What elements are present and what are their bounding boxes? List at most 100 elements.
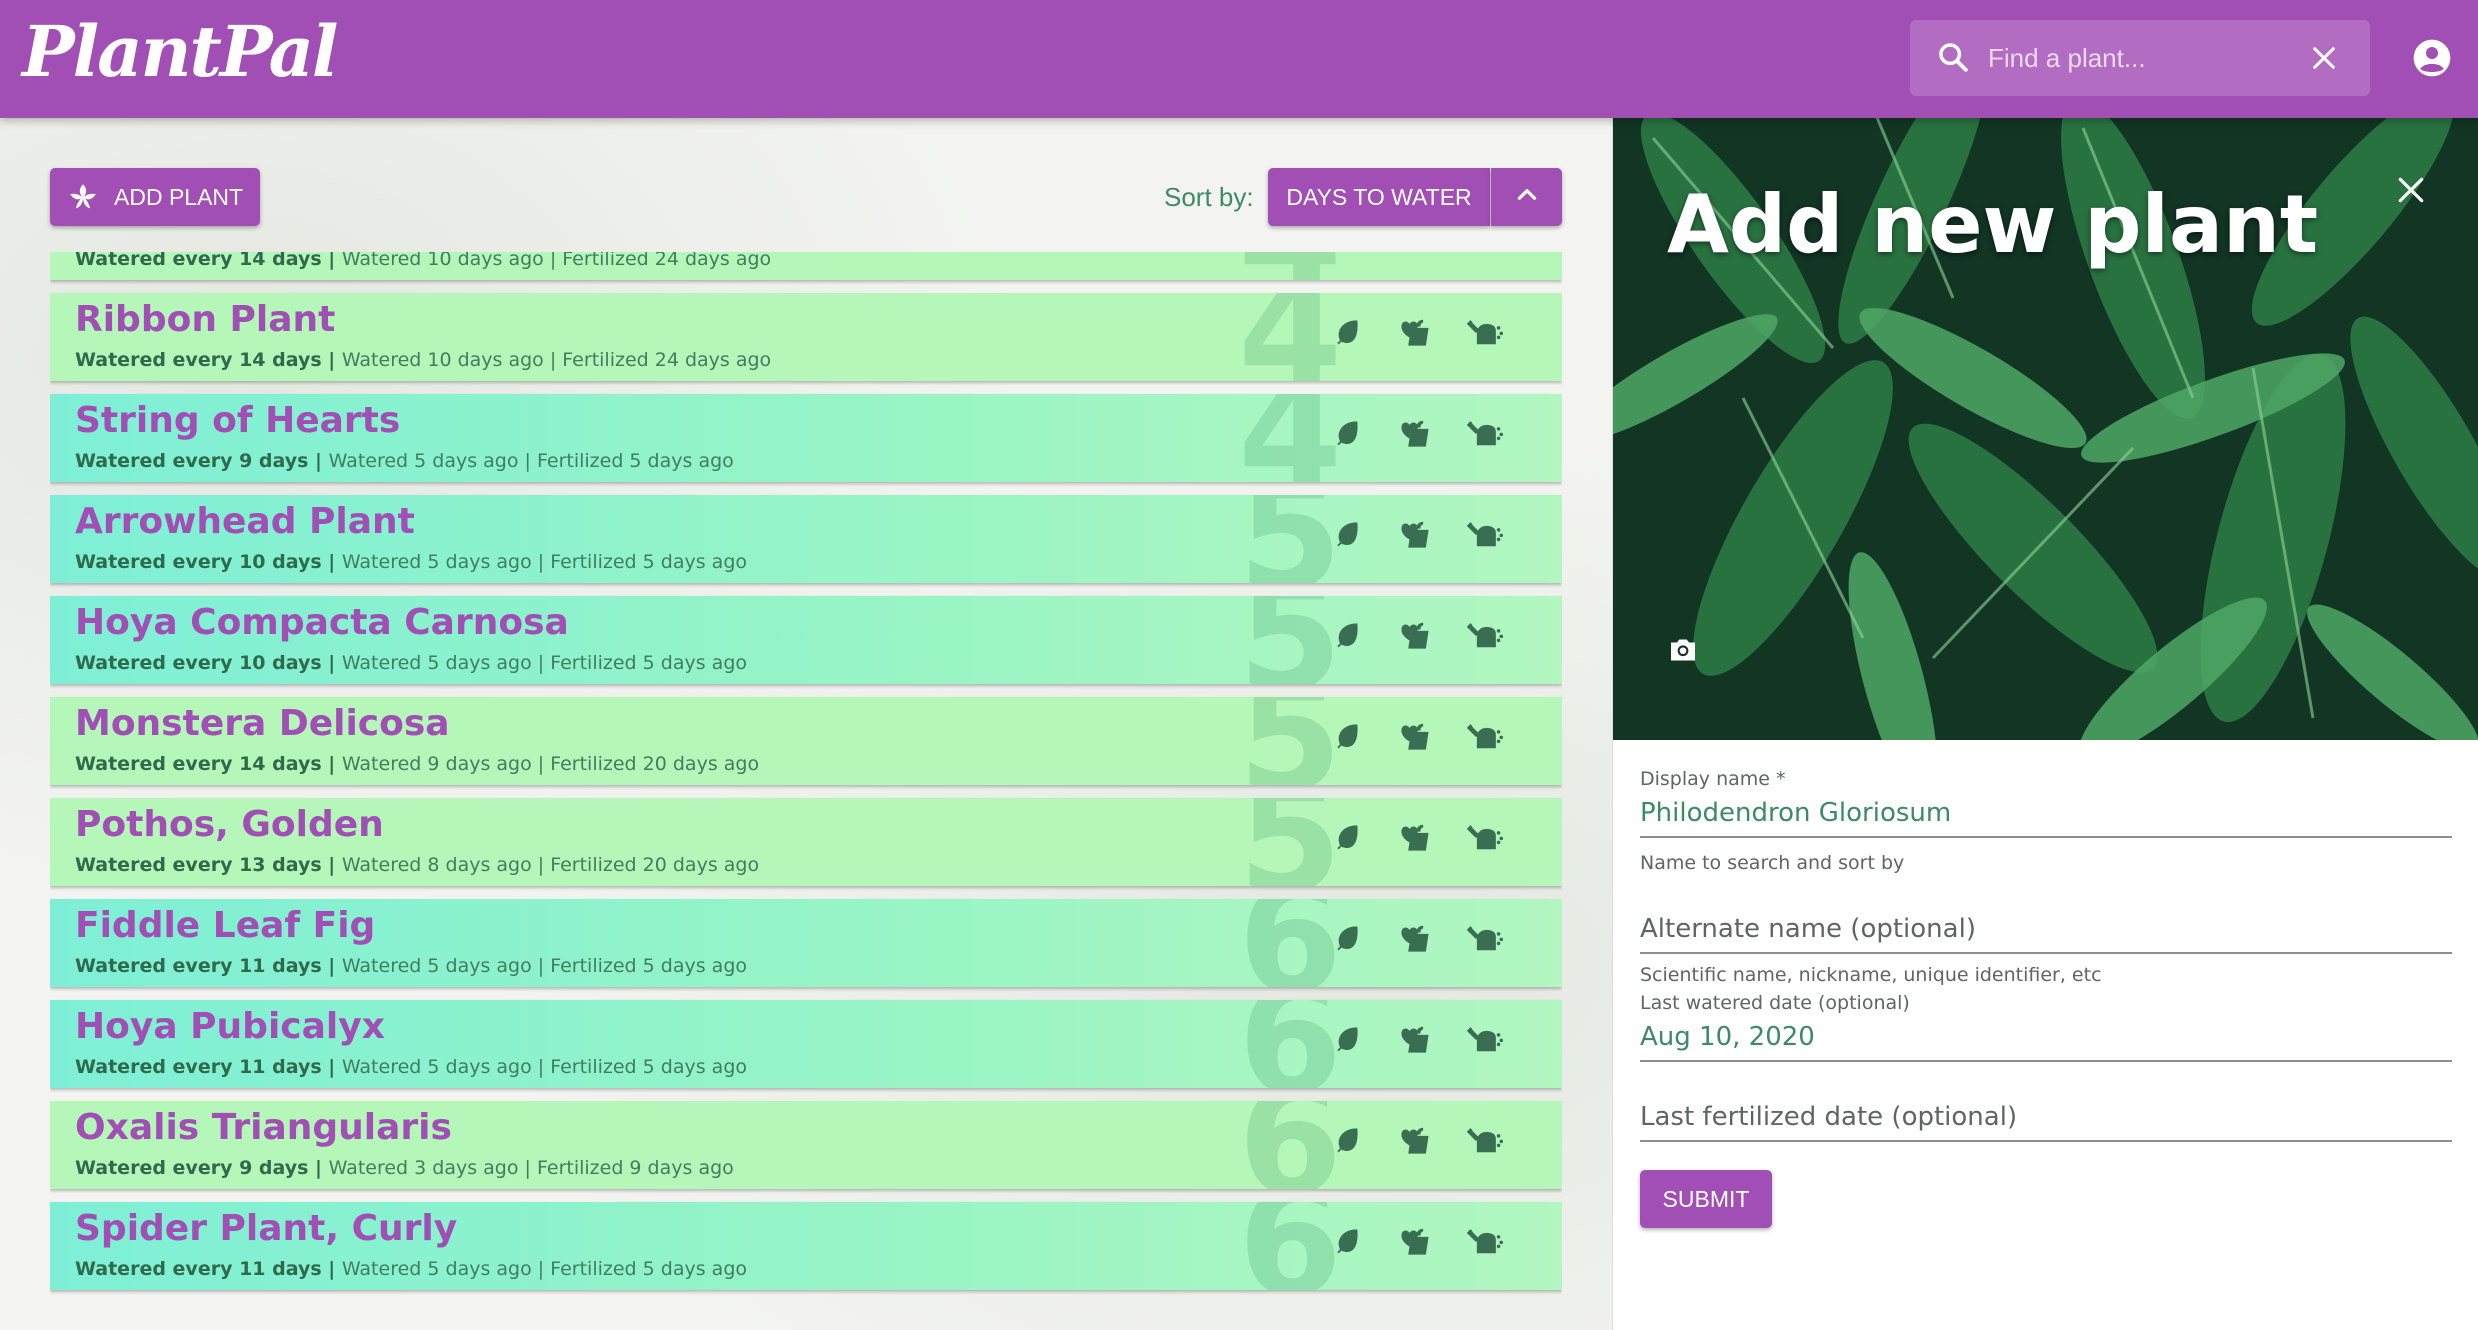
- watering-frequency: Watered every 9 days: [75, 450, 309, 472]
- fertilize-icon[interactable]: [1396, 618, 1434, 652]
- plant-card[interactable]: 6 Fiddle Leaf Fig Watered every 11 days | …: [50, 899, 1562, 987]
- watering-can-icon[interactable]: [1466, 618, 1504, 652]
- watering-frequency: Watered every 11 days: [75, 955, 322, 977]
- watering-frequency: Watered every 14 days: [75, 753, 322, 775]
- add-plant-button[interactable]: ADD PLANT: [50, 168, 260, 226]
- watering-can-icon[interactable]: [1466, 1022, 1504, 1056]
- plant-name[interactable]: String of Hearts: [75, 400, 400, 441]
- plant-actions: [1332, 315, 1504, 349]
- plant-care-info: Watered every 9 days | Watered 5 days ag…: [75, 450, 734, 472]
- fertilized-date-field[interactable]: Last fertilized date (optional): [1640, 1102, 2452, 1142]
- watering-frequency: Watered every 11 days: [75, 1258, 322, 1280]
- panel-title: Add new plant: [1667, 178, 2319, 271]
- last-watered: Watered 5 days ago: [341, 1056, 532, 1078]
- watering-can-icon[interactable]: [1466, 1123, 1504, 1157]
- last-fertilized: Fertilized 5 days ago: [550, 1056, 748, 1078]
- leaf-icon[interactable]: [1332, 921, 1364, 955]
- days-to-water: 6: [1238, 1000, 1343, 1088]
- days-to-water: 4: [1238, 394, 1343, 482]
- fertilized-date-placeholder[interactable]: Last fertilized date (optional): [1640, 1102, 2452, 1132]
- alternate-name-field[interactable]: Alternate name (optional): [1640, 914, 2452, 954]
- watering-can-icon[interactable]: [1466, 820, 1504, 854]
- last-fertilized: Fertilized 5 days ago: [536, 450, 734, 472]
- watering-frequency: Watered every 14 days: [75, 252, 322, 270]
- fertilize-icon[interactable]: [1396, 820, 1434, 854]
- watered-date-field[interactable]: Last watered date (optional) Aug 10, 202…: [1640, 992, 2452, 1062]
- days-to-water: 5: [1238, 798, 1343, 886]
- days-to-water: 6: [1238, 1202, 1343, 1290]
- alternate-name-placeholder[interactable]: Alternate name (optional): [1640, 914, 2452, 944]
- plant-name[interactable]: Hoya Compacta Carnosa: [75, 602, 569, 643]
- plant-name[interactable]: Monstera Delicosa: [75, 703, 450, 744]
- account-icon[interactable]: [2412, 38, 2452, 82]
- leaf-icon[interactable]: [1332, 1022, 1364, 1056]
- plant-card[interactable]: 5 Monstera Delicosa Watered every 14 days …: [50, 697, 1562, 785]
- leaf-icon[interactable]: [1332, 719, 1364, 753]
- plant-name[interactable]: Pothos, Golden: [75, 804, 384, 845]
- search-input[interactable]: [1986, 34, 2290, 82]
- add-plant-label: ADD PLANT: [114, 183, 244, 210]
- fertilize-icon[interactable]: [1396, 719, 1434, 753]
- close-icon[interactable]: [2395, 174, 2427, 210]
- leaf-icon[interactable]: [1332, 1224, 1364, 1258]
- plant-photo[interactable]: Add new plant: [1613, 118, 2478, 740]
- fertilize-icon[interactable]: [1396, 315, 1434, 349]
- app-logo[interactable]: PlantPal: [22, 10, 339, 93]
- plant-card[interactable]: 4 String of Hearts Watered every 9 days | …: [50, 394, 1562, 482]
- plant-actions: [1332, 820, 1504, 854]
- watering-can-icon[interactable]: [1466, 416, 1504, 450]
- display-name-field[interactable]: Display name * Philodendron Gloriosum: [1640, 768, 2452, 838]
- close-icon[interactable]: [2310, 44, 2338, 76]
- plant-care-info: Watered every 9 days | Watered 3 days ag…: [75, 1157, 734, 1179]
- plant-card[interactable]: 5 Pothos, Golden Watered every 13 days | W…: [50, 798, 1562, 886]
- plant-name[interactable]: Ribbon Plant: [75, 299, 335, 340]
- plant-card[interactable]: 5 Arrowhead Plant Watered every 10 days | …: [50, 495, 1562, 583]
- last-fertilized: Fertilized 5 days ago: [550, 551, 748, 573]
- fertilize-icon[interactable]: [1396, 921, 1434, 955]
- last-fertilized: Fertilized 20 days ago: [550, 854, 760, 876]
- watered-date-value[interactable]: Aug 10, 2020: [1640, 1022, 2452, 1052]
- last-watered: Watered 5 days ago: [341, 1258, 532, 1280]
- fertilize-icon[interactable]: [1396, 1224, 1434, 1258]
- sort-field-button[interactable]: DAYS TO WATER: [1268, 168, 1490, 226]
- plant-name[interactable]: Arrowhead Plant: [75, 501, 415, 542]
- watering-can-icon[interactable]: [1466, 517, 1504, 551]
- plant-name[interactable]: Oxalis Triangularis: [75, 1107, 452, 1148]
- last-fertilized: Fertilized 24 days ago: [562, 349, 772, 371]
- fertilize-icon[interactable]: [1396, 1022, 1434, 1056]
- plant-name[interactable]: Hoya Pubicalyx: [75, 1006, 385, 1047]
- plant-card[interactable]: 6 Hoya Pubicalyx Watered every 11 days | W…: [50, 1000, 1562, 1088]
- leaf-icon[interactable]: [1332, 1123, 1364, 1157]
- leaf-icon[interactable]: [1332, 618, 1364, 652]
- plant-name[interactable]: Spider Plant, Curly: [75, 1208, 457, 1249]
- leaf-icon[interactable]: [1332, 820, 1364, 854]
- display-name-value[interactable]: Philodendron Gloriosum: [1640, 798, 2452, 828]
- plant-actions: [1332, 1224, 1504, 1258]
- plant-card[interactable]: 4 Ribbon Plant Watered every 14 days | Wat…: [50, 293, 1562, 381]
- leaf-icon[interactable]: [1332, 315, 1364, 349]
- watering-can-icon[interactable]: [1466, 1224, 1504, 1258]
- submit-button[interactable]: SUBMIT: [1640, 1170, 1772, 1228]
- days-to-water: 4: [1238, 293, 1343, 381]
- leaf-icon[interactable]: [1332, 416, 1364, 450]
- fertilize-icon[interactable]: [1396, 517, 1434, 551]
- watering-can-icon[interactable]: [1466, 921, 1504, 955]
- watering-frequency: Watered every 11 days: [75, 1056, 322, 1078]
- plant-add-icon: [66, 180, 100, 214]
- last-watered: Watered 3 days ago: [328, 1157, 519, 1179]
- plant-card[interactable]: 6 Oxalis Triangularis Watered every 9 days…: [50, 1101, 1562, 1189]
- watering-frequency: Watered every 9 days: [75, 1157, 309, 1179]
- watering-can-icon[interactable]: [1466, 719, 1504, 753]
- plant-name[interactable]: Fiddle Leaf Fig: [75, 905, 375, 946]
- camera-icon[interactable]: [1665, 632, 1701, 672]
- plant-actions: [1332, 618, 1504, 652]
- plant-card[interactable]: 5 Hoya Compacta Carnosa Watered every 10 d…: [50, 596, 1562, 684]
- plant-card[interactable]: 6 Spider Plant, Curly Watered every 11 day…: [50, 1202, 1562, 1290]
- sort-direction-button[interactable]: [1491, 168, 1562, 226]
- watering-can-icon[interactable]: [1466, 315, 1504, 349]
- fertilize-icon[interactable]: [1396, 416, 1434, 450]
- leaf-icon[interactable]: [1332, 517, 1364, 551]
- fertilize-icon[interactable]: [1396, 1123, 1434, 1157]
- search-box[interactable]: [1910, 20, 2370, 96]
- plant-card[interactable]: 4 Watered every 14 days | Watered 10 days…: [50, 252, 1562, 280]
